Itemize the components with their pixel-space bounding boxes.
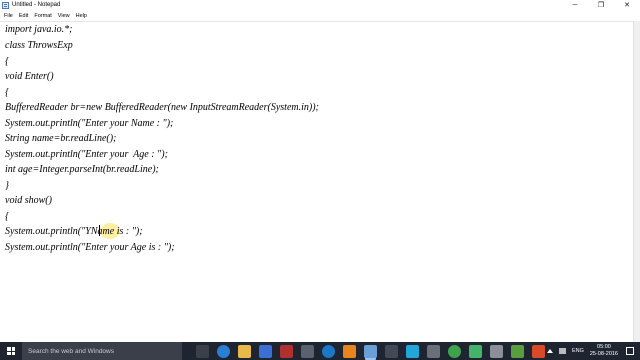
menu-file[interactable]: File [0,11,16,21]
text-caret [99,225,100,236]
code-line[interactable]: String name=br.readLine(); [5,133,116,145]
show-hidden-icons-icon[interactable] [546,349,553,353]
notepad-icon [2,2,9,9]
code-line[interactable]: void show() [5,195,52,207]
close-button[interactable]: ✕ [614,0,640,11]
code-line[interactable]: { [5,87,9,99]
menu-view[interactable]: View [55,11,73,21]
search-box[interactable]: Search the web and Windows [22,342,182,360]
task-view-icon[interactable] [196,344,209,358]
code-line[interactable]: BufferedReader br=new BufferedReader(new… [5,102,319,114]
hp-icon[interactable] [322,344,335,358]
code-line[interactable]: class ThrowsExp [5,40,73,52]
taskbar-apps [196,344,553,358]
code-line[interactable]: { [5,56,9,68]
action-center-icon[interactable] [626,347,634,355]
search-placeholder: Search the web and Windows [28,347,114,355]
system-tray: ENG 05:00 25-08-2016 [546,342,640,360]
maximize-button[interactable]: ❐ [588,0,614,11]
code-line[interactable]: System.out.println("YName is : "); [5,226,143,238]
menu-bar: File Edit Format View Help [0,11,640,21]
code-line[interactable]: int age=Integer.parseInt(br.readLine); [5,164,159,176]
code-line[interactable]: System.out.println("Enter your Age is : … [5,242,175,254]
code-line[interactable]: import java.io.*; [5,24,73,36]
notepad-icon[interactable] [364,344,377,358]
vertical-scrollbar[interactable] [633,21,640,342]
file-explorer-icon[interactable] [238,344,251,358]
code-line[interactable]: System.out.println("Enter your Name : ")… [5,118,173,130]
edge-icon[interactable] [217,344,230,358]
clock-date: 25-08-2016 [589,351,618,357]
calculator-icon[interactable] [427,344,440,358]
app-icon[interactable] [385,344,398,358]
window-controls: ─ ❐ ✕ [562,0,640,11]
network-icon[interactable] [558,348,566,354]
code-line[interactable]: { [5,211,9,223]
menu-edit[interactable]: Edit [16,11,31,21]
window-title: Untitled - Notepad [12,2,61,8]
code-line[interactable]: } [5,180,9,192]
app-icon[interactable] [406,344,419,358]
app-icon[interactable] [490,344,503,358]
clock-time: 05:00 [597,344,611,350]
code-line[interactable]: System.out.println("Enter your Age : "); [5,149,168,161]
app-icon[interactable] [301,344,314,358]
taskbar: Search the web and Windows ENG 05:00 25-… [0,342,640,360]
clock[interactable]: 05:00 25-08-2016 [590,344,618,358]
minimize-button[interactable]: ─ [562,0,588,11]
store-icon[interactable] [259,344,272,358]
text-editor[interactable]: import java.io.*; class ThrowsExp { void… [0,21,633,342]
language-indicator[interactable]: ENG [572,348,584,354]
app-icon[interactable] [280,344,293,358]
start-button[interactable] [0,342,22,360]
title-bar: Untitled - Notepad ─ ❐ ✕ [0,0,640,11]
app-icon[interactable] [469,344,482,358]
chrome-icon[interactable] [448,344,461,358]
app-icon[interactable] [532,344,545,358]
windows-logo-icon [7,347,15,355]
code-line[interactable]: void Enter() [5,71,54,83]
menu-help[interactable]: Help [73,11,90,21]
vlc-icon[interactable] [343,344,356,358]
app-icon[interactable] [511,344,524,358]
menu-format[interactable]: Format [31,11,54,21]
